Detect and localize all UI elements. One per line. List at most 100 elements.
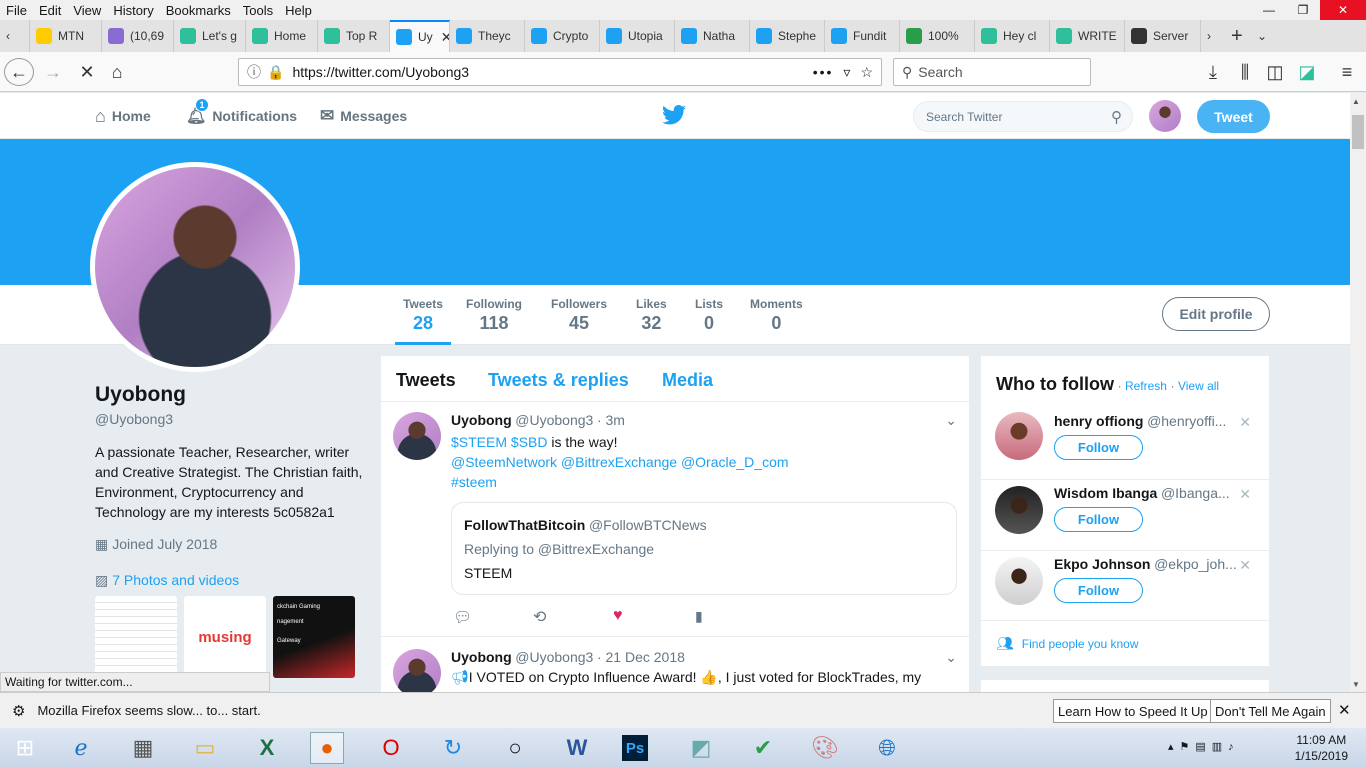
url-text[interactable]: https://twitter.com/Uyobong3 — [292, 64, 469, 80]
profile-avatar[interactable] — [90, 162, 300, 372]
new-tab-icon[interactable]: + — [1225, 20, 1251, 52]
tweet-button[interactable]: Tweet — [1197, 100, 1270, 133]
paint-icon[interactable]: 🎨︎ — [808, 732, 842, 764]
suggestion-avatar[interactable] — [995, 557, 1043, 605]
twitter-bird-icon[interactable] — [662, 104, 686, 129]
cashtags[interactable]: $STEEM $SBD — [451, 434, 547, 450]
menu-tools[interactable]: Tools — [237, 3, 279, 18]
explorer-folder-icon[interactable]: ▭ — [188, 732, 222, 764]
tweet-time[interactable]: · 3m — [597, 412, 625, 428]
analytics-icon[interactable]: ▮ — [695, 608, 703, 625]
pocket-icon[interactable]: ▿ — [843, 64, 850, 81]
tab-media[interactable]: Media — [662, 370, 713, 391]
tab-tweets[interactable]: Tweets — [396, 370, 456, 391]
chevron-down-icon[interactable]: ⌄ — [945, 649, 957, 666]
follow-button[interactable]: Follow — [1054, 578, 1143, 603]
browser-tab[interactable]: Server — [1125, 20, 1201, 52]
tweet-author[interactable]: Uyobong — [451, 412, 512, 428]
firefox-icon[interactable]: ● — [310, 732, 344, 764]
user-avatar-menu[interactable] — [1149, 100, 1181, 132]
follow-button[interactable]: Follow — [1054, 435, 1143, 460]
excel-icon[interactable]: X — [250, 732, 284, 764]
stat-moments[interactable]: Moments 0 — [750, 297, 803, 334]
home-icon[interactable]: ⌂ — [102, 58, 132, 86]
stat-following[interactable]: Following 118 — [466, 297, 522, 334]
url-bar[interactable]: ⓘ 🔒 https://twitter.com/Uyobong3 ••• ▿ ☆ — [238, 58, 882, 86]
browser-tab[interactable]: WRITE — [1050, 20, 1125, 52]
extension-icon[interactable]: ◪ — [1292, 58, 1322, 86]
hashtag[interactable]: #steem — [451, 472, 951, 492]
tab-scroll-left-icon[interactable]: ‹ — [0, 20, 30, 52]
learn-speed-button[interactable]: Learn How to Speed It Up — [1053, 699, 1213, 723]
photoshop-icon[interactable]: Ps — [622, 735, 648, 761]
tab-tweets-replies[interactable]: Tweets & replies — [488, 370, 629, 391]
suggestion-avatar[interactable] — [995, 412, 1043, 460]
suggestion-avatar[interactable] — [995, 486, 1043, 534]
sidebar-icon[interactable]: ◫ — [1260, 58, 1290, 86]
browser-tab[interactable]: Let's g — [174, 20, 246, 52]
sync-icon[interactable]: ↻ — [436, 732, 470, 764]
nav-notifications[interactable]: 🔔︎ 1 Notifications — [186, 93, 297, 139]
scroll-up-icon[interactable]: ▲ — [1352, 97, 1360, 106]
media-thumbnail[interactable] — [95, 596, 177, 678]
back-icon[interactable]: ← — [4, 58, 34, 86]
browser-tab[interactable]: Stephe — [750, 20, 825, 52]
scroll-down-icon[interactable]: ▼ — [1352, 680, 1360, 689]
app-green-icon[interactable]: ✔ — [746, 732, 780, 764]
browser-tab[interactable]: Crypto — [525, 20, 600, 52]
media-thumbnail[interactable]: musing — [184, 596, 266, 678]
quoted-tweet[interactable]: FollowThatBitcoin @FollowBTCNews Replyin… — [451, 502, 957, 595]
close-notification-icon[interactable]: ✕ — [1338, 701, 1351, 719]
stat-lists[interactable]: Lists 0 — [695, 297, 723, 334]
browser-tab[interactable]: (10,69 — [102, 20, 174, 52]
dismiss-icon[interactable]: ✕ — [1239, 557, 1251, 574]
tweet-item[interactable]: Uyobong @Uyobong3 · 3m ⌄ $STEEM $SBD is … — [381, 402, 969, 637]
browser-tab[interactable]: Theyc — [450, 20, 525, 52]
menu-help[interactable]: Help — [279, 3, 318, 18]
menu-view[interactable]: View — [67, 3, 107, 18]
browser-tab[interactable]: Uy ✕ — [390, 20, 450, 52]
photos-videos-link[interactable]: ▨ 7 Photos and videos — [95, 572, 239, 589]
suggestion-name[interactable]: henry offiong — [1054, 413, 1143, 429]
library-icon[interactable]: ⫼ — [1230, 58, 1260, 86]
browser-tab[interactable]: Top R — [318, 20, 390, 52]
stat-tweets[interactable]: Tweets 28 — [395, 297, 451, 345]
nav-messages[interactable]: ✉ Messages — [320, 93, 407, 139]
browser-tab[interactable]: Utopia — [600, 20, 675, 52]
tweet-avatar[interactable] — [393, 649, 441, 697]
globe-icon[interactable]: 🌐︎ — [870, 732, 904, 764]
tweet-author[interactable]: Uyobong — [451, 649, 512, 665]
twitter-search-input[interactable]: Search Twitter ⚲ — [913, 101, 1133, 132]
mentions[interactable]: @SteemNetwork @BittrexExchange @Oracle_D… — [451, 452, 951, 472]
word-icon[interactable]: W — [560, 732, 594, 764]
system-clock[interactable]: 11:09 AM 1/15/2019 — [1295, 732, 1348, 764]
browser-tab[interactable]: 100% — [900, 20, 975, 52]
chevron-down-icon[interactable]: ⌄ — [945, 412, 957, 429]
minimize-icon[interactable]: — — [1252, 0, 1286, 20]
media-thumbnail[interactable]: ckchain Gaming nagement Gateway — [273, 596, 355, 678]
edit-profile-button[interactable]: Edit profile — [1162, 297, 1270, 331]
download-icon[interactable]: ⤓ — [1198, 58, 1228, 86]
close-tab-icon[interactable]: ✕ — [441, 29, 449, 46]
info-icon[interactable]: ⓘ — [247, 62, 261, 82]
tab-scroll-right-icon[interactable]: › — [1201, 20, 1225, 52]
tweet-avatar[interactable] — [393, 412, 441, 460]
notepad-icon[interactable]: ◩ — [684, 732, 718, 764]
browser-tab[interactable]: Fundit — [825, 20, 900, 52]
stat-likes[interactable]: Likes 32 — [636, 297, 667, 334]
follow-button[interactable]: Follow — [1054, 507, 1143, 532]
system-tray-icons[interactable]: ▴⚑▤▥♪ — [1168, 740, 1240, 753]
stat-followers[interactable]: Followers 45 — [551, 297, 607, 334]
browser-tab[interactable]: Natha — [675, 20, 750, 52]
page-actions-icon[interactable]: ••• — [813, 64, 834, 80]
tweet-time[interactable]: · 21 Dec 2018 — [597, 649, 685, 665]
menu-file[interactable]: File — [0, 3, 33, 18]
menu-edit[interactable]: Edit — [33, 3, 67, 18]
menu-history[interactable]: History — [107, 3, 159, 18]
forward-icon[interactable]: → — [38, 58, 68, 86]
retweet-icon[interactable]: ⟲ — [533, 607, 546, 627]
find-people-link[interactable]: 👥︎ Find people you know — [981, 620, 1269, 666]
opera-icon[interactable]: O — [374, 732, 408, 764]
menu-hamburger-icon[interactable]: ≡ — [1332, 58, 1362, 86]
reply-icon[interactable]: 💬︎ — [453, 608, 472, 626]
